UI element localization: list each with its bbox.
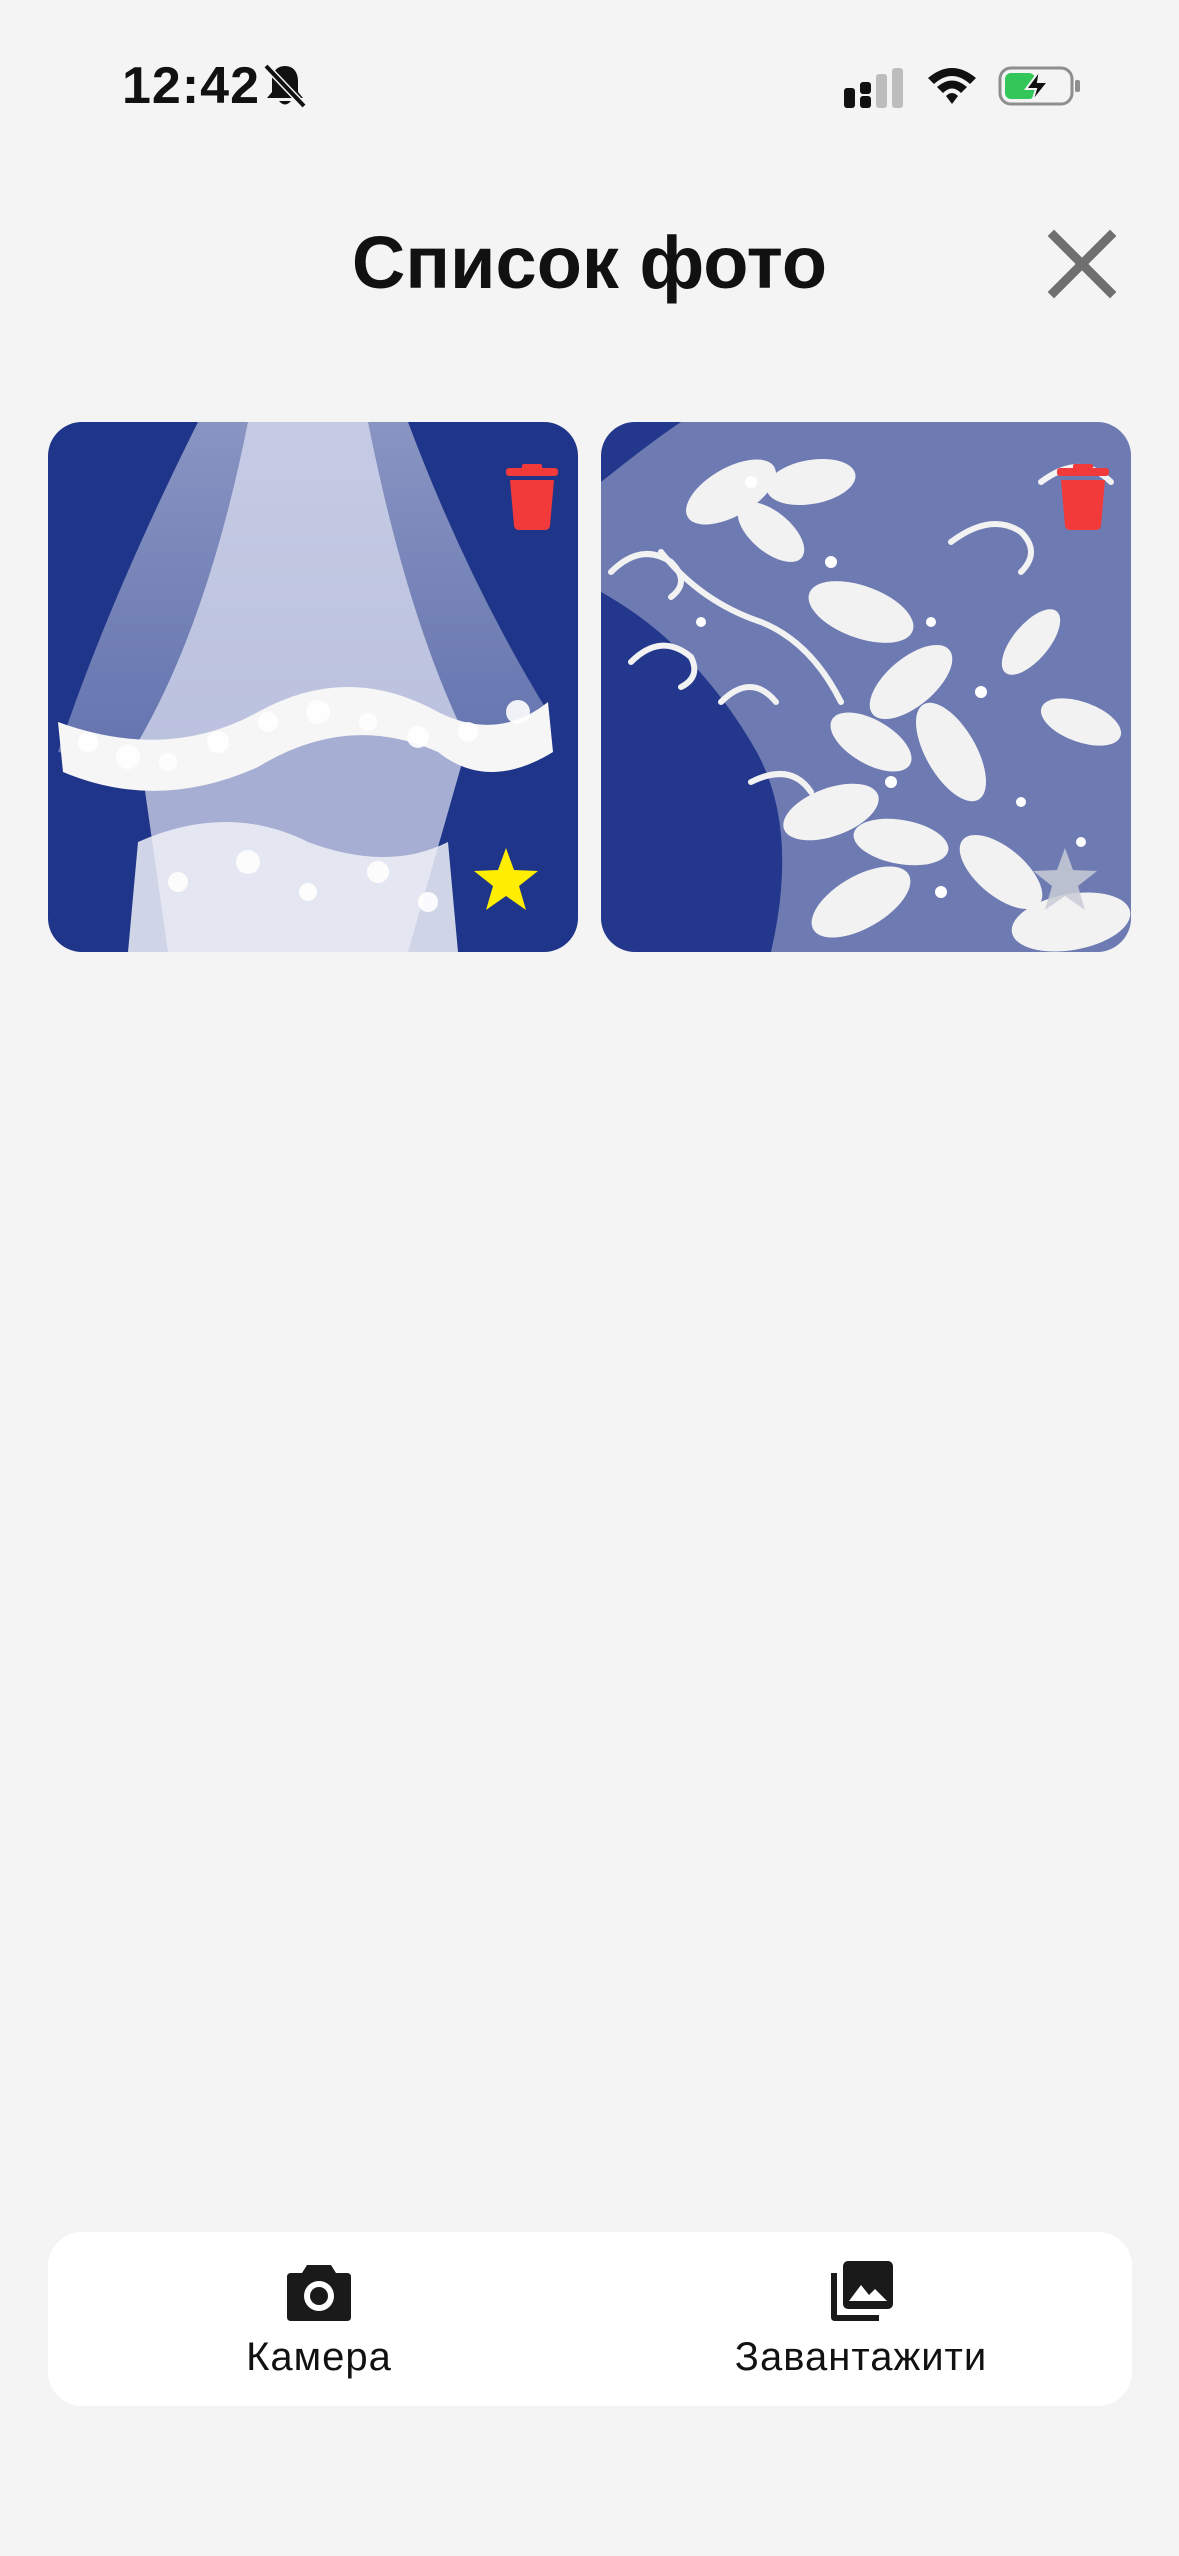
camera-button[interactable]: Камера: [48, 2232, 590, 2406]
page-title: Список фото: [351, 221, 828, 304]
wifi-icon: [928, 68, 976, 104]
favorite-star-icon[interactable]: [472, 846, 540, 912]
status-time: 12:42: [122, 57, 260, 115]
upload-button[interactable]: Завантажити: [590, 2232, 1132, 2406]
delete-photo-trash-icon[interactable]: [1055, 464, 1111, 530]
photo-thumbnail[interactable]: [601, 422, 1131, 952]
favorite-star-icon[interactable]: [1031, 846, 1099, 912]
bell-off-icon: [263, 63, 307, 109]
close-icon[interactable]: [1046, 228, 1118, 300]
upload-label: Завантажити: [734, 2334, 988, 2379]
bottom-action-bar: Камера Завантажити: [48, 2232, 1132, 2406]
delete-photo-trash-icon[interactable]: [504, 464, 560, 530]
photo-library-icon: [831, 2260, 893, 2321]
camera-label: Камера: [246, 2334, 392, 2379]
camera-icon: [287, 2264, 351, 2321]
status-bar: 12:42: [0, 0, 1179, 160]
photo-thumbnail[interactable]: [48, 422, 578, 952]
signal-icon: [844, 68, 903, 108]
battery-charging-icon: [998, 66, 1080, 106]
